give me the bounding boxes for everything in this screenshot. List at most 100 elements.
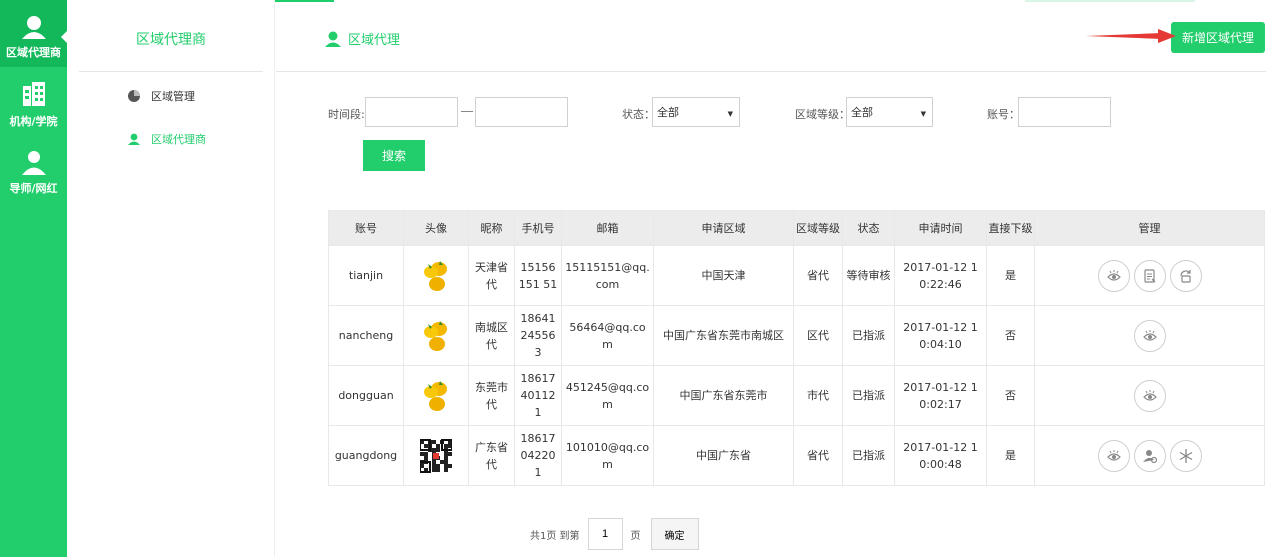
region-level-label: 区域等级： xyxy=(795,108,850,121)
add-region-agent-button[interactable]: 新增区域代理 xyxy=(1171,22,1265,53)
time-cell: 2017-01-12 10:00:48 xyxy=(894,425,987,486)
col-header-avatar: 头像 xyxy=(403,210,469,246)
pager-total-text: 共1页 到第 xyxy=(530,530,580,542)
nickname-cell: 东莞市代 xyxy=(468,365,515,426)
col-header-level: 区域等级 xyxy=(793,210,843,246)
rail-item-mentor[interactable]: 导师/网红 xyxy=(0,148,67,203)
email-cell: 15115151@qq.com xyxy=(561,245,654,306)
assign-user-button[interactable] xyxy=(1133,439,1166,472)
agent-icon xyxy=(128,133,140,145)
table-row: nancheng 南城区代 18641245563 56464@qq.com 中国广东省… xyxy=(328,305,1265,366)
phone-cell: 18617042201 xyxy=(514,425,562,486)
level-cell: 区代 xyxy=(793,305,843,366)
pager-suffix: 页 xyxy=(630,530,641,542)
status-cell: 已指派 xyxy=(842,425,895,486)
table-row: tianjin 天津省代 15156151 51 15115151@qq.com 中国天… xyxy=(328,245,1265,306)
range-dash xyxy=(461,111,473,112)
table-header-row: 账号 头像 昵称 手机号 邮箱 申请区域 区域等级 状态 申请时间 直接下级 管… xyxy=(328,210,1265,246)
document-button[interactable] xyxy=(1133,259,1166,292)
eye-button[interactable] xyxy=(1133,319,1166,352)
col-header-email: 邮箱 xyxy=(561,210,654,246)
account-cell: nancheng xyxy=(328,305,404,366)
email-cell: 101010@qq.com xyxy=(561,425,654,486)
level-cell: 省代 xyxy=(793,425,843,486)
nickname-cell: 广东省代 xyxy=(468,425,515,486)
sidebar-item-label: 区域管理 xyxy=(151,90,195,103)
page-confirm-button[interactable]: 确定 xyxy=(650,518,699,550)
subordinate-cell: 是 xyxy=(986,245,1035,306)
pie-chart-icon xyxy=(128,90,140,102)
caret-down-icon: ▼ xyxy=(727,110,733,118)
sidebar-item-region-manage[interactable]: 区域管理 xyxy=(127,88,195,104)
time-cell: 2017-01-12 10:22:46 xyxy=(894,245,987,306)
snowflake-button[interactable] xyxy=(1169,439,1202,472)
subordinate-cell: 否 xyxy=(986,305,1035,366)
avatar-fruit-image xyxy=(424,260,447,291)
phone-cell: 18641245563 xyxy=(514,305,562,366)
status-select[interactable]: 全部 ▼ xyxy=(652,97,740,127)
end-date-input[interactable] xyxy=(475,97,568,127)
col-header-time: 申请时间 xyxy=(894,210,987,246)
eye-button[interactable] xyxy=(1133,379,1166,412)
avatar-qrcode-image xyxy=(420,438,452,473)
col-header-region: 申请区域 xyxy=(653,210,794,246)
assign-user-icon xyxy=(1142,448,1158,464)
eye-button[interactable] xyxy=(1097,259,1130,292)
main-nav-rail: 区域代理商 机构/学院 导师/网红 xyxy=(0,0,68,557)
start-date-input[interactable] xyxy=(365,97,458,127)
avatar-cell xyxy=(403,305,469,366)
subordinate-cell: 否 xyxy=(986,365,1035,426)
level-cell: 省代 xyxy=(793,245,843,306)
breadcrumb-label: 区域代理 xyxy=(348,33,401,48)
region-cell: 中国广东省 xyxy=(653,425,794,486)
building-icon xyxy=(22,82,45,106)
rail-item-agents[interactable]: 区域代理商 xyxy=(0,0,67,67)
user-icon xyxy=(21,151,46,175)
status-cell: 已指派 xyxy=(842,305,895,366)
col-header-subordinate: 直接下级 xyxy=(986,210,1035,246)
account-cell: tianjin xyxy=(328,245,404,306)
col-header-phone: 手机号 xyxy=(514,210,562,246)
account-cell: dongguan xyxy=(328,365,404,426)
email-cell: 56464@qq.com xyxy=(561,305,654,366)
eye-icon xyxy=(1142,388,1158,404)
col-header-manage: 管理 xyxy=(1034,210,1265,246)
rail-item-label: 机构/学院 xyxy=(9,115,58,128)
level-cell: 市代 xyxy=(793,365,843,426)
status-cell: 等待审核 xyxy=(842,245,895,306)
col-header-nickname: 昵称 xyxy=(468,210,515,246)
status-cell: 已指派 xyxy=(842,365,895,426)
email-cell: 451245@qq.com xyxy=(561,365,654,426)
account-input[interactable] xyxy=(1018,97,1111,127)
rotate-button[interactable] xyxy=(1169,259,1202,292)
avatar-cell xyxy=(403,245,469,306)
search-button[interactable]: 搜索 xyxy=(363,140,425,171)
avatar-fruit-image xyxy=(424,380,447,411)
manage-cell xyxy=(1034,305,1265,366)
sidebar-item-label: 区域代理商 xyxy=(151,133,206,146)
secondary-sidebar: 区域代理商 区域管理 区域代理商 xyxy=(67,0,275,557)
manage-cell xyxy=(1034,425,1265,486)
status-label: 状态： xyxy=(622,108,655,121)
table-row: dongguan 东莞市代 18617401121 451245@qq.com 中国广东… xyxy=(328,365,1265,426)
document-icon xyxy=(1142,268,1158,284)
region-cell: 中国广东省东莞市 xyxy=(653,365,794,426)
page-number-input[interactable] xyxy=(587,518,623,550)
pagination: 共1页 到第 页 确定 xyxy=(530,518,699,550)
agents-table: 账号 头像 昵称 手机号 邮箱 申请区域 区域等级 状态 申请时间 直接下级 管… xyxy=(328,210,1265,486)
avatar-fruit-image xyxy=(424,320,447,351)
col-header-status: 状态 xyxy=(842,210,895,246)
manage-cell xyxy=(1034,245,1265,306)
sidebar-item-region-agents[interactable]: 区域代理商 xyxy=(127,131,206,147)
phone-cell: 15156151 51 xyxy=(514,245,562,306)
region-level-select[interactable]: 全部 ▼ xyxy=(846,97,933,127)
agent-icon xyxy=(21,16,46,39)
status-select-value: 全部 xyxy=(657,106,679,119)
time-cell: 2017-01-12 10:02:17 xyxy=(894,365,987,426)
rail-item-institution[interactable]: 机构/学院 xyxy=(0,78,67,140)
account-label: 账号： xyxy=(987,108,1020,121)
avatar-cell xyxy=(403,425,469,486)
eye-button[interactable] xyxy=(1097,439,1130,472)
eye-icon xyxy=(1106,448,1122,464)
rail-item-label: 导师/网红 xyxy=(9,182,58,195)
